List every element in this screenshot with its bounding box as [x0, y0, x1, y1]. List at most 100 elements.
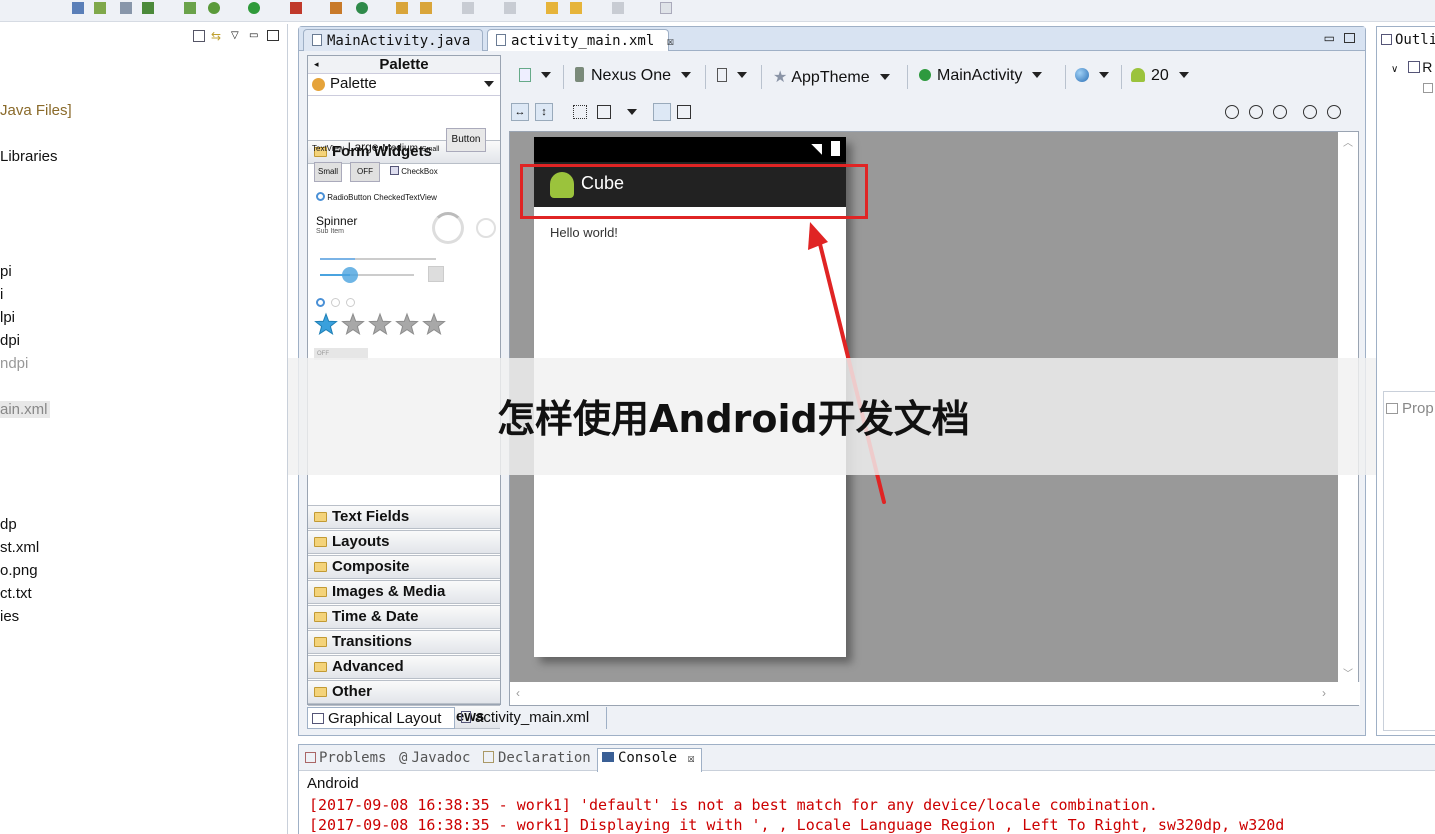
tree-item[interactable]: lpi	[0, 309, 15, 326]
perspective-icon[interactable]	[660, 2, 672, 14]
widget-seekbar[interactable]	[320, 267, 414, 283]
horizontal-scrollbar[interactable]: ‹ ›	[510, 682, 1360, 705]
palette-mode-dropdown[interactable]: Palette	[308, 74, 500, 96]
tree-item[interactable]: ndpi	[0, 355, 28, 372]
tab-xml-source[interactable]: activity_main.xml	[457, 707, 607, 729]
close-tab-icon[interactable]: ☒	[687, 751, 694, 765]
seekbar-thumb[interactable]	[342, 267, 358, 283]
zoom-100-icon[interactable]	[1273, 105, 1287, 119]
widget-rating-bar[interactable]	[314, 312, 454, 338]
tree-item[interactable]: dp	[0, 516, 17, 533]
tab-activity-main-xml[interactable]: activity_main.xml ☒	[487, 29, 674, 51]
tab-declaration[interactable]: Declaration	[483, 750, 591, 766]
search-icon[interactable]	[420, 2, 432, 14]
tree-item[interactable]: pi	[0, 263, 12, 280]
widget-medium-text[interactable]: Medium	[382, 143, 418, 154]
collapse-palette-icon[interactable]: ◂	[314, 56, 319, 73]
new-android-icon[interactable]	[184, 2, 196, 14]
sdk-manager-icon[interactable]	[94, 2, 106, 14]
zoom-out-icon[interactable]	[1303, 105, 1317, 119]
external-tools-icon[interactable]	[290, 2, 302, 14]
tab-problems[interactable]: Problems	[305, 750, 386, 766]
minimize-icon[interactable]: ▭	[249, 30, 261, 46]
widget-small-text[interactable]: Small	[422, 146, 440, 153]
hello-world-textview[interactable]: Hello world!	[550, 225, 618, 240]
widget-small-button[interactable]: Small	[314, 162, 342, 182]
save-icon[interactable]	[72, 2, 84, 14]
widget-progress-large[interactable]	[432, 212, 464, 244]
lint-icon[interactable]	[120, 2, 132, 14]
category-composite[interactable]: Composite	[308, 555, 500, 579]
category-layouts[interactable]: Layouts	[308, 530, 500, 554]
tree-item[interactable]: ies	[0, 608, 19, 625]
snap-icon[interactable]	[677, 105, 691, 119]
zoom-fit-icon[interactable]	[1225, 105, 1239, 119]
activity-dropdown[interactable]: MainActivity	[919, 67, 1043, 85]
layout-mode-icon[interactable]	[653, 103, 671, 121]
tree-item[interactable]: ain.xml	[0, 401, 50, 418]
rating-star-icon[interactable]	[395, 312, 419, 336]
widget-toggle-button[interactable]: OFF	[350, 162, 380, 182]
theme-dropdown[interactable]: ★ AppTheme	[773, 67, 890, 87]
fill-height-icon[interactable]: ↕	[535, 103, 553, 121]
gravity-icon[interactable]	[597, 105, 611, 119]
forward-icon[interactable]	[612, 2, 624, 14]
device-dropdown[interactable]: Nexus One	[575, 67, 692, 85]
rating-star-icon[interactable]	[314, 312, 338, 336]
pin-icon[interactable]	[504, 2, 516, 14]
link-editor-icon[interactable]: ⇆	[211, 30, 225, 42]
run-icon[interactable]	[248, 2, 260, 14]
new-wizard-icon[interactable]	[356, 2, 368, 14]
tree-item[interactable]: dpi	[0, 332, 20, 349]
category-text-fields[interactable]: Text Fields	[308, 505, 500, 529]
api-level-dropdown[interactable]: 20	[1131, 67, 1189, 85]
debug-icon[interactable]	[208, 2, 220, 14]
widget-button[interactable]: Button	[446, 128, 486, 152]
widget-quick-contact[interactable]	[428, 266, 444, 282]
view-menu-icon[interactable]: ▽	[231, 30, 243, 46]
forward-edit-icon[interactable]	[570, 2, 582, 14]
tab-mainactivity-java[interactable]: MainActivity.java	[303, 29, 483, 51]
tree-item[interactable]: o.png	[0, 562, 38, 579]
rating-star-icon[interactable]	[422, 312, 446, 336]
widget-radio-group[interactable]	[316, 294, 355, 310]
tree-item[interactable]: Libraries	[0, 148, 58, 165]
textview-node-icon[interactable]	[1423, 83, 1433, 93]
widget-large-text[interactable]: Large	[348, 140, 379, 154]
minimize-editor-icon[interactable]: ▭	[1324, 31, 1335, 45]
collapse-all-icon[interactable]	[193, 30, 205, 42]
category-images-media[interactable]: Images & Media	[308, 580, 500, 604]
zoom-real-icon[interactable]	[1249, 105, 1263, 119]
annotation-icon[interactable]	[462, 2, 474, 14]
tree-item[interactable]: st.xml	[0, 539, 39, 556]
locale-dropdown[interactable]	[1075, 67, 1109, 85]
tree-item[interactable]: ct.txt	[0, 585, 32, 602]
category-time-date[interactable]: Time & Date	[308, 605, 500, 629]
check-icon[interactable]	[142, 2, 154, 14]
chevron-down-icon[interactable]	[627, 109, 637, 115]
widget-textview[interactable]: TextView	[312, 144, 344, 153]
category-transitions[interactable]: Transitions	[308, 630, 500, 654]
rating-star-icon[interactable]	[341, 312, 365, 336]
tree-item[interactable]: Java Files]	[0, 102, 72, 119]
outline-root-node[interactable]: ∨ R	[1391, 59, 1432, 75]
category-advanced[interactable]: Advanced	[308, 655, 500, 679]
open-folder-icon[interactable]	[396, 2, 408, 14]
zoom-in-icon[interactable]	[1327, 105, 1341, 119]
close-tab-icon[interactable]: ☒	[667, 34, 674, 48]
tree-item[interactable]: i	[0, 286, 3, 303]
outline-tab[interactable]: Outli	[1381, 32, 1435, 48]
tab-console[interactable]: Console ☒	[597, 748, 702, 772]
tab-javadoc[interactable]: @ Javadoc	[399, 750, 470, 766]
widget-spinner[interactable]: Spinner Sub Item	[316, 214, 357, 235]
widget-progress-horizontal[interactable]	[320, 258, 436, 260]
widget-radio-row[interactable]: RadioButton CheckedTextView	[316, 192, 437, 202]
widget-checkbox[interactable]: CheckBox	[390, 166, 438, 176]
orientation-dropdown[interactable]	[717, 67, 747, 85]
new-class-icon[interactable]	[330, 2, 342, 14]
config-chooser[interactable]	[519, 67, 551, 85]
fill-width-icon[interactable]: ↔	[511, 103, 529, 121]
widget-progress-small[interactable]	[476, 218, 496, 238]
tab-graphical-layout[interactable]: Graphical Layout	[307, 707, 455, 729]
category-other[interactable]: Other	[308, 680, 500, 704]
